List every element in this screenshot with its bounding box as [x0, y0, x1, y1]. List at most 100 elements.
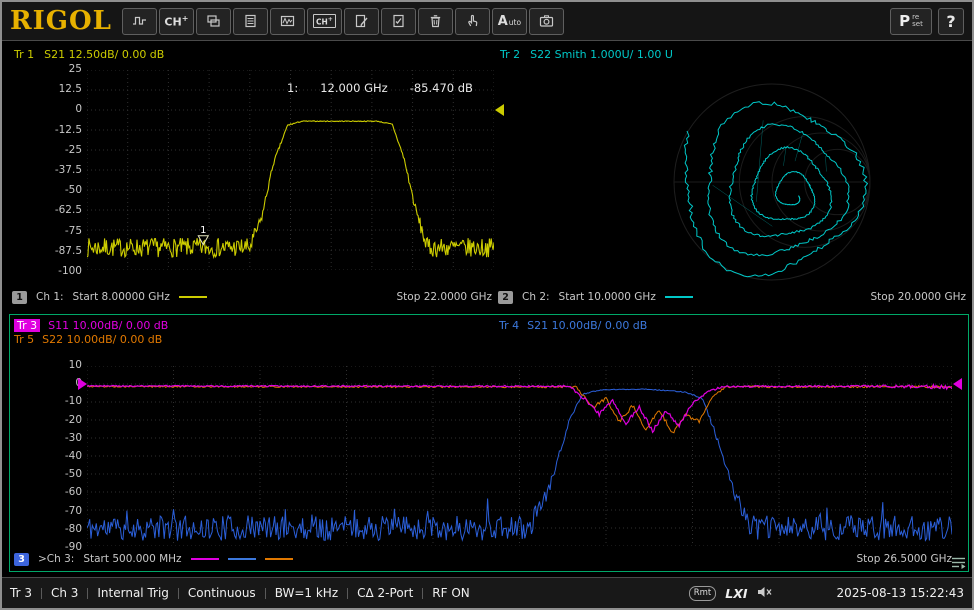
edit-icon: [353, 13, 370, 29]
ch3-ref-level-marker-right[interactable]: [953, 378, 962, 390]
toolbar: RIGOL CH+ CH+: [2, 2, 972, 41]
waveform-icon: [131, 13, 148, 29]
cal-icon: [390, 13, 407, 29]
ch3-plot-area[interactable]: [87, 366, 952, 546]
y-tick-label: -40: [36, 451, 82, 461]
auto-scale-icon: Auto: [498, 14, 521, 29]
ch2-smith-chart[interactable]: [662, 72, 882, 292]
status-trace[interactable]: Tr 3: [10, 586, 32, 600]
status-sweep-mode[interactable]: Continuous: [188, 586, 256, 600]
status-rf[interactable]: RF ON: [432, 586, 469, 600]
waveform-button[interactable]: [122, 8, 157, 35]
ch1-stop-freq: Stop 22.0000 GHz: [396, 291, 492, 303]
tr3-name-chip[interactable]: Tr 3: [14, 319, 40, 332]
tr5-trace-swatch: [265, 558, 293, 560]
y-tick-label: -60: [36, 487, 82, 497]
preset-button[interactable]: P reset: [890, 8, 932, 35]
window-layout-icon: [205, 13, 222, 29]
rigol-logo: RIGOL: [10, 8, 112, 34]
tr3-info: S11 10.00dB/ 0.00 dB: [48, 319, 168, 332]
tr4-trace-swatch: [228, 558, 256, 560]
y-tick-label: -50: [36, 469, 82, 479]
tr3-label-row[interactable]: Tr 3 S11 10.00dB/ 0.00 dB: [14, 319, 168, 332]
ch1-label: Ch 1:: [36, 291, 64, 303]
y-tick-label: -30: [36, 433, 82, 443]
y-tick-label: -62.5: [36, 205, 82, 215]
help-button[interactable]: ?: [938, 8, 964, 35]
ch3-start-freq: Start 500.000 MHz: [83, 553, 181, 565]
ch3-badge[interactable]: 3: [14, 553, 29, 566]
status-trigger[interactable]: Internal Trig: [97, 586, 169, 600]
ch2-start-freq: Start 10.0000 GHz: [559, 291, 656, 303]
tr1-name: Tr 1: [14, 48, 34, 61]
ch1-plot-area[interactable]: 1: [87, 70, 494, 270]
ch2-badge[interactable]: 2: [498, 291, 513, 304]
menu-collapse-icon[interactable]: [950, 555, 968, 569]
marker1-number: 1:: [287, 81, 298, 95]
channel-edit-icon: CH+: [313, 14, 336, 29]
trace-button[interactable]: [270, 8, 305, 35]
tr4-label-row[interactable]: Tr 4 S21 10.00dB/ 0.00 dB: [499, 319, 647, 332]
tr5-label-row[interactable]: Tr 5 S22 10.00dB/ 0.00 dB: [14, 333, 162, 346]
vna-screen: RIGOL CH+ CH+: [0, 0, 974, 610]
ch1-trace-label[interactable]: Tr 1 S21 12.50dB/ 0.00 dB: [14, 48, 164, 61]
edit-button[interactable]: [344, 8, 379, 35]
y-tick-label: -70: [36, 506, 82, 516]
add-channel-icon: CH+: [164, 15, 188, 28]
y-tick-label: -80: [36, 524, 82, 534]
marker1-readout: 1: 12.000 GHz -85.470 dB: [287, 81, 473, 95]
ch2-trace-label[interactable]: Tr 2 S22 Smith 1.000U/ 1.00 U: [500, 48, 673, 61]
meas-setup-button[interactable]: [233, 8, 268, 35]
cal-button[interactable]: [381, 8, 416, 35]
y-tick-label: -37.5: [36, 165, 82, 175]
ch3-y-axis: 100-10-20-30-40-50-60-70-80-90: [36, 360, 82, 552]
ch3-ref-level-marker-left[interactable]: [78, 378, 87, 390]
ch2-bar: 2 Ch 2: Start 10.0000 GHz Stop 20.0000 G…: [498, 289, 966, 305]
ch1-bar: 1 Ch 1: Start 8.00000 GHz Stop 22.0000 G…: [12, 289, 492, 305]
datetime: 2025-08-13 15:22:43: [837, 586, 964, 600]
status-channel[interactable]: Ch 3: [51, 586, 78, 600]
camera-icon: [538, 13, 555, 29]
y-tick-label: 0: [36, 378, 82, 388]
y-tick-label: -20: [36, 415, 82, 425]
tr5-info: S22 10.00dB/ 0.00 dB: [42, 333, 162, 346]
touch-icon: [464, 13, 481, 29]
y-tick-label: -50: [36, 185, 82, 195]
ch3-bar: 3 >Ch 3: Start 500.000 MHz Stop 26.5000 …: [14, 551, 952, 567]
y-tick-label: 0: [36, 104, 82, 114]
tr4-info: S21 10.00dB/ 0.00 dB: [527, 319, 647, 332]
status-bandwidth[interactable]: BW=1 kHz: [275, 586, 338, 600]
mute-icon[interactable]: [757, 585, 773, 602]
ch3-label: >Ch 3:: [38, 553, 74, 565]
lxi-indicator: LXI: [725, 586, 747, 601]
ch1-y-axis: 2512.50-12.5-25-37.5-50-62.5-75-87.5-100: [36, 64, 82, 276]
status-correction[interactable]: CΔ 2-Port: [357, 586, 413, 600]
remote-indicator: Rmt: [689, 586, 717, 601]
y-tick-label: 10: [36, 360, 82, 370]
ch1-ref-level-marker[interactable]: [495, 104, 504, 116]
touch-button[interactable]: [455, 8, 490, 35]
y-tick-label: -10: [36, 396, 82, 406]
delete-button[interactable]: [418, 8, 453, 35]
y-tick-label: -75: [36, 226, 82, 236]
meas-setup-icon: [242, 13, 259, 29]
ch2-trace-swatch: [665, 296, 693, 298]
tr5-name: Tr 5: [14, 333, 34, 346]
y-tick-label: 25: [36, 64, 82, 74]
add-channel-button[interactable]: CH+: [159, 8, 194, 35]
window-layout-button[interactable]: [196, 8, 231, 35]
tr2-info: S22 Smith 1.000U/ 1.00 U: [530, 48, 673, 61]
screenshot-button[interactable]: [529, 8, 564, 35]
y-tick-label: -12.5: [36, 125, 82, 135]
marker1-value: -85.470 dB: [410, 81, 473, 95]
channel-edit-button[interactable]: CH+: [307, 8, 342, 35]
tr3-trace-swatch: [191, 558, 219, 560]
y-tick-label: -25: [36, 145, 82, 155]
tr2-name: Tr 2: [500, 48, 520, 61]
trash-icon: [427, 13, 444, 29]
ch1-badge[interactable]: 1: [12, 291, 27, 304]
auto-scale-button[interactable]: Auto: [492, 8, 527, 35]
svg-text:1: 1: [200, 225, 206, 236]
ch3-stop-freq: Stop 26.5000 GHz: [856, 553, 952, 565]
marker1-frequency: 12.000 GHz: [320, 81, 388, 95]
